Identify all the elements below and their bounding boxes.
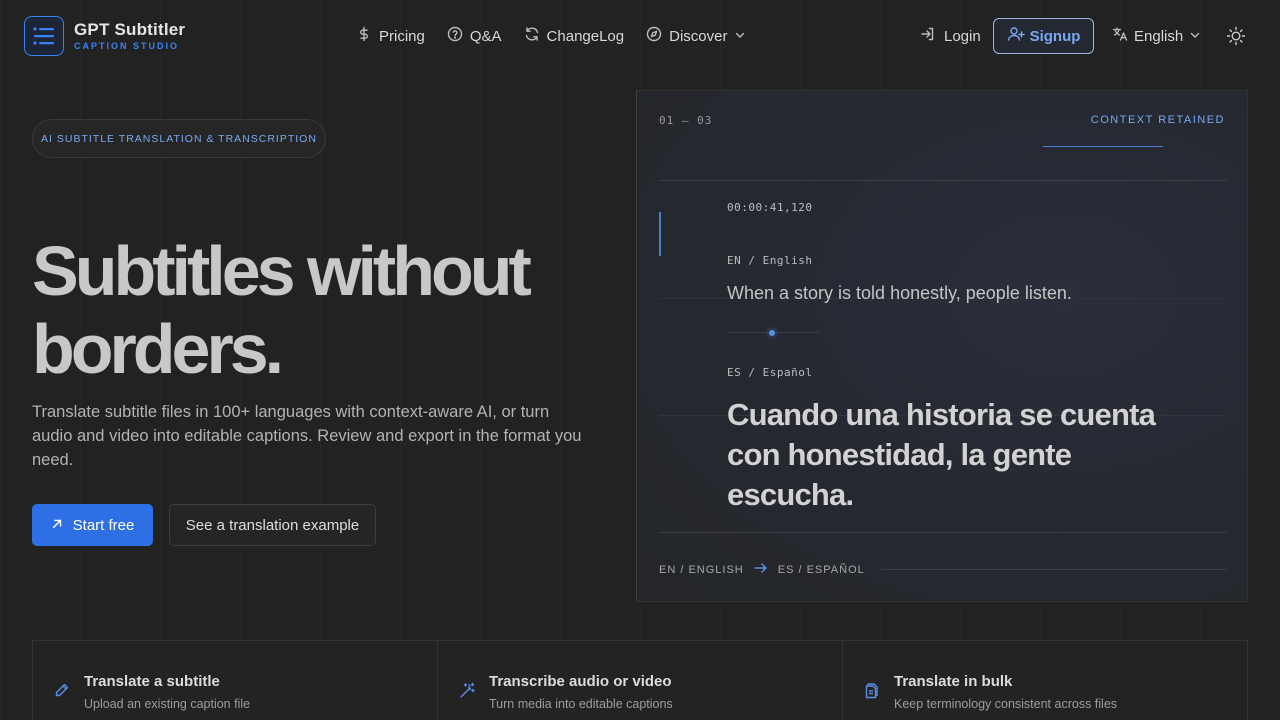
- translation-example-button[interactable]: See a translation example: [169, 504, 376, 546]
- hero-headline: Subtitles without borders.: [32, 232, 532, 388]
- connector-dot: [769, 330, 775, 336]
- translation-preview-panel: 01 — 03 CONTEXT RETAINED 00:00:41,120 EN…: [636, 90, 1248, 602]
- nav-changelog-label: ChangeLog: [546, 27, 625, 45]
- compass-icon: [646, 26, 662, 46]
- language-selector[interactable]: English: [1112, 18, 1201, 54]
- feature-title: Transcribe audio or video: [489, 673, 672, 690]
- nav-qa-label: Q&A: [469, 27, 502, 45]
- nav-pricing[interactable]: Pricing: [356, 22, 425, 50]
- feature-subtitle: Turn media into editable captions: [489, 697, 673, 711]
- feature-subtitle: Upload an existing caption file: [84, 697, 251, 711]
- brand-logo[interactable]: GPT Subtitler CAPTION STUDIO: [24, 16, 185, 56]
- brand-subtitle: CAPTION STUDIO: [74, 41, 180, 51]
- signup-button[interactable]: Signup: [993, 18, 1094, 54]
- language-pair-footer: EN / ENGLISH ES / ESPAÑOL: [659, 562, 1227, 577]
- theme-toggle[interactable]: [1226, 26, 1246, 51]
- target-subtitle-text: Cuando una historia se cuenta con honest…: [727, 397, 1156, 512]
- signup-label: Signup: [1029, 27, 1081, 45]
- context-retained-label: CONTEXT RETAINED: [1090, 114, 1225, 126]
- arrow-right-icon: [754, 562, 768, 577]
- arrow-up-right-icon: [51, 517, 63, 534]
- footer-line: [880, 569, 1227, 570]
- login-link[interactable]: Login: [920, 18, 981, 54]
- source-language-label: EN / English: [727, 254, 813, 267]
- main-nav: Pricing Q&A ChangeLog Discover: [356, 22, 746, 50]
- login-label: Login: [944, 27, 981, 45]
- menu-lines-icon: [24, 16, 64, 56]
- source-subtitle-text: When a story is told honestly, people li…: [727, 283, 1072, 303]
- sun-icon: [1226, 26, 1246, 50]
- hero-badge: AI SUBTITLE TRANSLATION & TRANSCRIPTION: [32, 119, 326, 158]
- nav-changelog[interactable]: ChangeLog: [524, 22, 625, 50]
- language-label: English: [1134, 27, 1184, 45]
- to-language: ES / ESPAÑOL: [777, 563, 865, 576]
- divider: [659, 180, 1227, 181]
- top-header: GPT Subtitler CAPTION STUDIO Pricing Q&A…: [0, 0, 1280, 72]
- start-free-button[interactable]: Start free: [32, 504, 153, 546]
- feature-title: Translate in bulk: [894, 673, 1013, 690]
- nav-pricing-label: Pricing: [379, 27, 425, 45]
- nav-discover[interactable]: Discover: [646, 22, 746, 50]
- nav-qa[interactable]: Q&A: [447, 22, 502, 50]
- start-free-label: Start free: [72, 516, 135, 534]
- feature-title: Translate a subtitle: [84, 673, 220, 690]
- nav-discover-label: Discover: [669, 27, 728, 45]
- login-icon: [920, 26, 936, 46]
- pencil-icon: [54, 682, 70, 703]
- translate-icon: [1112, 26, 1128, 46]
- dollar-icon: [356, 26, 372, 46]
- chevron-down-icon: [734, 28, 746, 45]
- cue-timestamp: 00:00:41,120: [727, 201, 813, 214]
- files-icon: [864, 682, 880, 704]
- slide-counter: 01 — 03: [659, 114, 713, 127]
- brand-title: GPT Subtitler: [74, 20, 186, 39]
- user-plus-icon: [1007, 26, 1025, 46]
- question-icon: [447, 26, 463, 46]
- divider: [659, 532, 1227, 533]
- feature-subtitle: Keep terminology consistent across files: [894, 697, 1118, 711]
- target-language-label: ES / Español: [727, 366, 813, 379]
- feature-card-translate[interactable]: Translate a subtitle Upload an existing …: [33, 641, 438, 720]
- magic-wand-icon: [459, 682, 476, 704]
- hero-description: Translate subtitle files in 100+ languag…: [32, 403, 582, 469]
- refresh-icon: [524, 26, 540, 46]
- context-underline: [1043, 146, 1163, 147]
- feature-card-bulk[interactable]: Translate in bulk Keep terminology consi…: [843, 641, 1247, 720]
- active-marker: [659, 212, 661, 256]
- from-language: EN / ENGLISH: [659, 563, 744, 576]
- feature-cards: Translate a subtitle Upload an existing …: [32, 640, 1248, 720]
- feature-card-transcribe[interactable]: Transcribe audio or video Turn media int…: [438, 641, 843, 720]
- chevron-down-icon: [1189, 28, 1201, 45]
